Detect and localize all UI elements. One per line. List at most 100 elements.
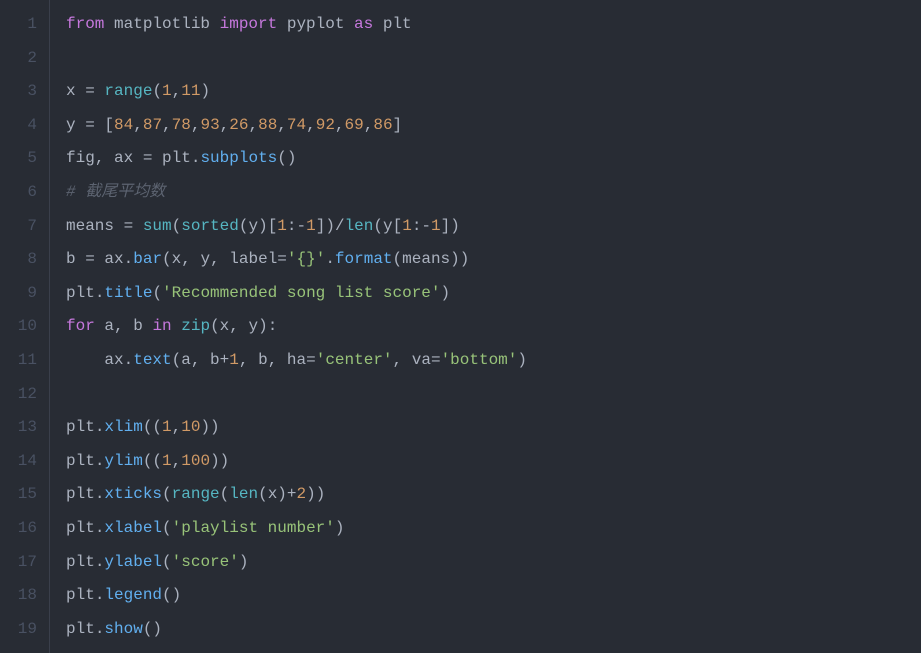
token-paren: ( bbox=[373, 217, 383, 235]
token-number: 78 bbox=[172, 116, 191, 134]
token-identifier: plt bbox=[66, 519, 95, 537]
token-builtin: range bbox=[104, 82, 152, 100]
line-number: 18 bbox=[8, 579, 37, 613]
token-paren: ) bbox=[441, 284, 451, 302]
token-operator: / bbox=[335, 217, 345, 235]
code-line[interactable]: b = ax.bar(x, y, label='{}'.format(means… bbox=[66, 243, 921, 277]
line-number: 9 bbox=[8, 277, 37, 311]
token-identifier: fig bbox=[66, 149, 95, 167]
token-paren: ) bbox=[517, 351, 527, 369]
token-punct: . bbox=[95, 586, 105, 604]
code-line[interactable]: plt.xlabel('playlist number') bbox=[66, 512, 921, 546]
token-operator: - bbox=[421, 217, 431, 235]
token-builtin: len bbox=[345, 217, 374, 235]
token-identifier: plt bbox=[66, 418, 95, 436]
token-paren: ( bbox=[393, 250, 403, 268]
token-paren: () bbox=[277, 149, 296, 167]
token-paren: ) bbox=[450, 250, 460, 268]
token-paren: ( bbox=[172, 217, 182, 235]
token-number: 100 bbox=[181, 452, 210, 470]
token-builtin: range bbox=[172, 485, 220, 503]
token-operator: + bbox=[220, 351, 230, 369]
token-paren: ) bbox=[335, 519, 345, 537]
line-number: 11 bbox=[8, 344, 37, 378]
token-identifier bbox=[95, 116, 105, 134]
token-number: 92 bbox=[316, 116, 335, 134]
token-paren: ) bbox=[277, 485, 287, 503]
token-punct: , bbox=[248, 116, 258, 134]
code-line[interactable]: plt.xticks(range(len(x)+2)) bbox=[66, 478, 921, 512]
token-func: subplots bbox=[200, 149, 277, 167]
token-builtin: len bbox=[229, 485, 258, 503]
token-identifier: label bbox=[220, 250, 278, 268]
line-number: 6 bbox=[8, 176, 37, 210]
token-comment: # 截尾平均数 bbox=[66, 183, 165, 201]
token-punct: , bbox=[172, 452, 182, 470]
code-line[interactable]: x = range(1,11) bbox=[66, 75, 921, 109]
token-number: 74 bbox=[287, 116, 306, 134]
token-number: 1 bbox=[402, 217, 412, 235]
token-punct: . bbox=[95, 452, 105, 470]
token-identifier bbox=[95, 82, 105, 100]
code-line[interactable]: plt.ylim((1,100)) bbox=[66, 445, 921, 479]
token-operator: = bbox=[431, 351, 441, 369]
token-identifier: means bbox=[402, 250, 450, 268]
token-operator: = bbox=[85, 116, 95, 134]
code-line[interactable]: plt.legend() bbox=[66, 579, 921, 613]
line-number: 19 bbox=[8, 613, 37, 647]
token-identifier bbox=[133, 217, 143, 235]
line-number: 13 bbox=[8, 411, 37, 445]
token-number: 1 bbox=[162, 452, 172, 470]
code-line[interactable]: y = [84,87,78,93,26,88,74,92,69,86] bbox=[66, 109, 921, 143]
code-line[interactable]: plt.ylabel('score') bbox=[66, 546, 921, 580]
token-paren: ( bbox=[162, 519, 172, 537]
token-punct: . bbox=[95, 519, 105, 537]
token-string: 'Recommended song list score' bbox=[162, 284, 440, 302]
token-func: show bbox=[104, 620, 142, 638]
token-operator: = bbox=[85, 250, 95, 268]
code-editor[interactable]: 12345678910111213141516171819 from matpl… bbox=[0, 0, 921, 653]
token-func: bar bbox=[133, 250, 162, 268]
token-paren: ) bbox=[450, 217, 460, 235]
code-line[interactable]: plt.title('Recommended song list score') bbox=[66, 277, 921, 311]
token-punct: . bbox=[325, 250, 335, 268]
token-paren: ( bbox=[152, 82, 162, 100]
token-identifier: va bbox=[402, 351, 431, 369]
code-line[interactable] bbox=[66, 42, 921, 76]
token-paren: ( bbox=[162, 485, 172, 503]
token-punct: , bbox=[393, 351, 403, 369]
code-line[interactable]: plt.show() bbox=[66, 613, 921, 647]
token-punct: . bbox=[191, 149, 201, 167]
token-number: 2 bbox=[297, 485, 307, 503]
token-paren: ( bbox=[162, 553, 172, 571]
token-builtin: sorted bbox=[181, 217, 239, 235]
code-line[interactable]: for a, b in zip(x, y): bbox=[66, 310, 921, 344]
token-punct: . bbox=[124, 250, 134, 268]
token-func: xlim bbox=[104, 418, 142, 436]
token-identifier: x bbox=[172, 250, 182, 268]
token-keyword: in bbox=[152, 317, 171, 335]
code-area[interactable]: from matplotlib import pyplot as plt x = … bbox=[50, 0, 921, 653]
token-punct: : bbox=[287, 217, 297, 235]
token-identifier: plt bbox=[66, 485, 95, 503]
code-line[interactable]: fig, ax = plt.subplots() bbox=[66, 142, 921, 176]
code-line[interactable] bbox=[66, 378, 921, 412]
token-paren: ( bbox=[210, 317, 220, 335]
code-line[interactable]: from matplotlib import pyplot as plt bbox=[66, 8, 921, 42]
token-paren: ) bbox=[239, 553, 249, 571]
token-func: format bbox=[335, 250, 393, 268]
code-line[interactable]: plt.xlim((1,10)) bbox=[66, 411, 921, 445]
token-paren: )) bbox=[306, 485, 325, 503]
token-operator: = bbox=[85, 82, 95, 100]
code-line[interactable]: # 截尾平均数 bbox=[66, 176, 921, 210]
token-punct: , bbox=[364, 116, 374, 134]
token-punct: . bbox=[95, 284, 105, 302]
token-paren: ( bbox=[152, 284, 162, 302]
code-line[interactable]: ax.text(a, b+1, b, ha='center', va='bott… bbox=[66, 344, 921, 378]
token-punct: . bbox=[95, 418, 105, 436]
token-punct: : bbox=[268, 317, 278, 335]
line-number: 15 bbox=[8, 478, 37, 512]
code-line[interactable]: means = sum(sorted(y)[1:-1])/len(y[1:-1]… bbox=[66, 210, 921, 244]
token-operator: = bbox=[124, 217, 134, 235]
token-punct: , bbox=[133, 116, 143, 134]
